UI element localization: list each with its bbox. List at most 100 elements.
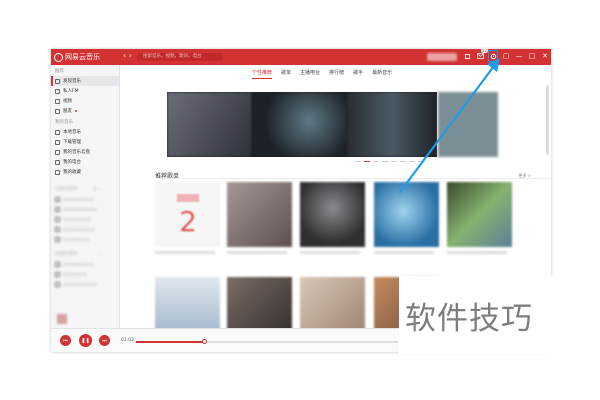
- mini-mode-button[interactable]: ▢: [502, 51, 510, 61]
- playlist-card[interactable]: [300, 182, 365, 247]
- title-bar: 网易云音乐 ‹ › 搜索音乐，视频，歌词，电台 12 ▢ — □ ✕: [51, 49, 551, 65]
- blurred-label: [63, 282, 97, 286]
- skin-icon[interactable]: [463, 51, 471, 61]
- sidebar-item-my-radio[interactable]: 我的电台: [51, 157, 119, 167]
- search-input[interactable]: 搜索音乐，视频，歌词，电台: [137, 53, 223, 61]
- radio-icon: [55, 159, 60, 165]
- calendar-icon: 2: [177, 194, 199, 238]
- tab-radio[interactable]: 主播电台: [300, 69, 320, 79]
- blurred-label: [63, 237, 89, 241]
- next-button[interactable]: ⏭: [99, 335, 110, 346]
- banner-side-image[interactable]: [438, 92, 498, 157]
- sidebar-section-recommend: 推荐: [55, 69, 64, 74]
- sidebar-playlist-item[interactable]: [51, 269, 119, 279]
- scrollbar[interactable]: [546, 85, 549, 155]
- carousel-dot[interactable]: [382, 161, 388, 162]
- carousel-dots: [355, 161, 424, 162]
- sidebar-item-downloads[interactable]: 下载管理: [51, 137, 119, 147]
- minimize-button[interactable]: —: [515, 51, 523, 61]
- titlebar-icons: 12 ▢ — □ ✕: [463, 49, 549, 62]
- carousel-dot[interactable]: [409, 161, 415, 162]
- playlist-card-daily[interactable]: 2: [155, 182, 220, 247]
- banner-slide[interactable]: [252, 92, 347, 157]
- tab-new-music[interactable]: 最新音乐: [372, 69, 392, 79]
- banner-slide[interactable]: [347, 92, 437, 157]
- sidebar-item-local-music[interactable]: 本地音乐: [51, 127, 119, 137]
- sidebar-item-my-collection[interactable]: 我的收藏: [51, 167, 119, 177]
- music-note-icon: [55, 78, 60, 84]
- mail-icon[interactable]: 12: [476, 49, 488, 61]
- collected-section-label: 收藏的歌单: [55, 252, 78, 257]
- sidebar-playlist-item[interactable]: [51, 204, 119, 214]
- notification-dot: [75, 110, 77, 112]
- banner-carousel[interactable]: [167, 92, 437, 157]
- playlist-icon: [55, 261, 60, 267]
- playlist-icon: [55, 196, 60, 202]
- playlist-card[interactable]: [227, 182, 292, 247]
- sidebar-item-label: 我的电台: [63, 160, 81, 165]
- sidebar-item-personal-fm[interactable]: 私人FM: [51, 86, 119, 96]
- sidebar-item-label: 视频: [63, 99, 72, 104]
- sidebar-item-label: 下载管理: [63, 140, 81, 145]
- add-playlist-icon[interactable]: ⊕: [93, 187, 97, 192]
- sidebar-playlist-item[interactable]: [51, 214, 119, 224]
- netease-logo-icon: [54, 52, 63, 62]
- sidebar-item-label: 朋友: [63, 109, 72, 114]
- carousel-dot[interactable]: [355, 161, 361, 162]
- sidebar-playlist-item[interactable]: [51, 224, 119, 234]
- carousel-dot-active[interactable]: [364, 161, 370, 162]
- tab-personal-recommend[interactable]: 个性推荐: [252, 69, 273, 79]
- forward-button[interactable]: ›: [129, 51, 132, 60]
- sidebar-playlist-item[interactable]: [51, 259, 119, 269]
- progress-knob[interactable]: [201, 339, 207, 344]
- maximize-button[interactable]: □: [528, 51, 536, 61]
- now-playing-cover[interactable]: [57, 314, 67, 324]
- carousel-dot[interactable]: [373, 161, 379, 162]
- tab-artists[interactable]: 歌手: [353, 69, 363, 79]
- friends-icon: [55, 108, 60, 114]
- tab-playlists[interactable]: 歌单: [281, 69, 291, 79]
- sidebar-item-label: 本地音乐: [63, 130, 81, 135]
- playlist-card[interactable]: [447, 182, 512, 247]
- blurred-label: [63, 197, 93, 201]
- pause-button[interactable]: ❚❚: [79, 334, 92, 347]
- sidebar-item-video[interactable]: 视频: [51, 96, 119, 106]
- tab-bar: 个性推荐 歌单 主播电台 排行榜 歌手 最新音乐: [252, 69, 392, 79]
- app-name: 网易云音乐: [65, 53, 100, 61]
- playlist-icon: [55, 271, 60, 277]
- playlist-caption: [374, 251, 434, 254]
- sidebar-item-friends[interactable]: 朋友: [51, 106, 119, 116]
- star-icon: [55, 169, 60, 175]
- sidebar-playlist-item[interactable]: [51, 194, 119, 204]
- video-icon: [55, 98, 60, 104]
- playlist-card[interactable]: [300, 277, 365, 328]
- sidebar-item-discover-music[interactable]: 发现音乐: [51, 76, 119, 86]
- carousel-dot[interactable]: [418, 161, 424, 162]
- sidebar-playlist-item[interactable]: [51, 279, 119, 289]
- playlist-card[interactable]: [155, 277, 220, 328]
- sidebar-item-music-cloud[interactable]: 我的音乐云盘: [51, 147, 119, 157]
- app-logo[interactable]: 网易云音乐: [54, 52, 100, 62]
- previous-button[interactable]: ⏮: [60, 335, 71, 346]
- playlist-caption: [155, 251, 215, 254]
- playlist-caption: [300, 251, 360, 254]
- back-button[interactable]: ‹: [123, 51, 126, 60]
- banner-slide[interactable]: [167, 92, 252, 157]
- radio-icon: [55, 88, 60, 94]
- close-button[interactable]: ✕: [541, 51, 549, 61]
- progress-bar[interactable]: [136, 339, 398, 344]
- playlist-card[interactable]: [227, 277, 292, 328]
- sidebar-playlist-item[interactable]: [51, 234, 119, 244]
- chevron-down-icon[interactable]: ⌄: [99, 252, 103, 257]
- tab-charts[interactable]: 排行榜: [329, 69, 344, 79]
- carousel-dot[interactable]: [391, 161, 397, 162]
- playlist-card[interactable]: [374, 182, 439, 247]
- sidebar-section-my-music: 我的音乐: [55, 120, 73, 125]
- user-profile[interactable]: [427, 53, 457, 61]
- created-section-label: 创建的歌单: [55, 187, 78, 192]
- settings-icon[interactable]: [488, 50, 498, 62]
- playlist-caption: [227, 251, 287, 254]
- carousel-dot[interactable]: [400, 161, 406, 162]
- chevron-down-icon[interactable]: ⌄: [98, 187, 102, 192]
- music-file-icon: [55, 129, 60, 135]
